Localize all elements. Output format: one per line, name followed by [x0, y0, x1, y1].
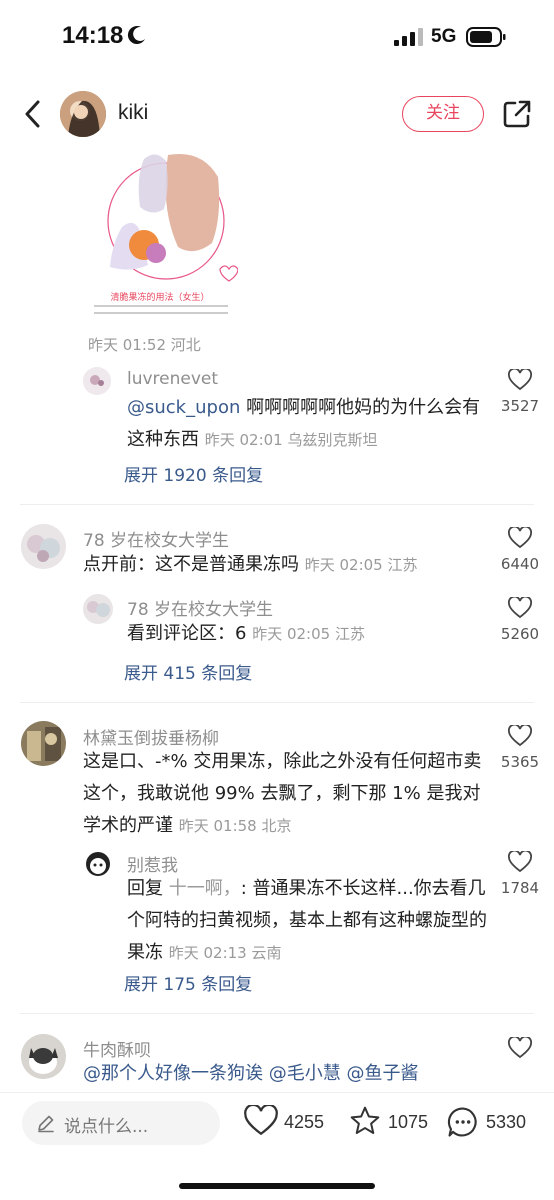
comment-time: 昨天 01:58 北京 [178, 817, 292, 835]
home-indicator[interactable] [179, 1183, 375, 1189]
back-icon[interactable] [18, 96, 48, 132]
follow-button[interactable]: 关注 [402, 96, 484, 132]
reply-text: 看到评论区：6 昨天 02:05 江苏 [127, 618, 487, 650]
like-button[interactable]: 5365 [490, 725, 550, 771]
battery-icon [466, 27, 506, 47]
reply-text: 回复 十一啊，: 普通果冻不长这样...你去看几个阿特的扫黄视频，基本上都有这种… [127, 873, 487, 969]
like-count: 5260 [500, 625, 540, 643]
like-count: 1784 [500, 879, 540, 897]
network-label: 5G [431, 26, 457, 47]
like-button[interactable]: 1784 [490, 851, 550, 897]
comment-bubble-icon [447, 1107, 477, 1137]
reply-time: 昨天 02:05 江苏 [252, 625, 365, 643]
collect-count: 1075 [388, 1112, 429, 1132]
status-bar: 14:18 5G [0, 0, 554, 76]
like-button[interactable]: 5260 [490, 597, 550, 643]
post-image[interactable]: 清脆果冻的用法（女生） [82, 147, 238, 327]
avatar[interactable] [21, 721, 66, 766]
like-count: 5365 [500, 753, 540, 771]
comment-count: 5330 [486, 1112, 527, 1132]
heart-icon [508, 1037, 532, 1059]
comment-input-placeholder: 说点什么... [64, 1117, 149, 1137]
comment-time: 昨天 02:05 江苏 [304, 556, 418, 574]
author-name[interactable]: kiki [118, 101, 148, 125]
avatar[interactable] [83, 367, 111, 395]
commenter-name[interactable]: luvrenevet [127, 369, 218, 389]
like-count: 6440 [500, 555, 540, 573]
expand-replies[interactable]: 展开 175 条回复 [124, 970, 252, 995]
reply-time: 昨天 02:13 云南 [168, 944, 282, 962]
comment-text: 这是口、-*% 交用果冻，除此之外没有任何超市卖这个，我敢说他 99% 去飘了，… [83, 746, 483, 842]
comment-body: 点开前：这不是普通果冻吗 [83, 554, 305, 575]
heart-icon [508, 851, 532, 873]
post-like-count: 4255 [284, 1112, 325, 1132]
divider [20, 1013, 534, 1014]
expand-replies[interactable]: 展开 415 条回复 [124, 659, 252, 684]
heart-icon [508, 725, 532, 747]
post-meta: 昨天 01:52 河北 [88, 336, 201, 354]
author-avatar[interactable] [60, 91, 106, 137]
avatar[interactable] [21, 524, 66, 569]
reply-prefix: 回复 [127, 878, 169, 899]
like-button[interactable]: 3527 [490, 369, 550, 415]
like-count: 3527 [500, 397, 540, 415]
comment-text: 点开前：这不是普通果冻吗 昨天 02:05 江苏 [83, 549, 483, 581]
star-icon [350, 1106, 380, 1134]
share-icon[interactable] [501, 98, 533, 130]
comment-text: @suck_upon 啊啊啊啊啊他妈的为什么会有这种东西 昨天 02:01 乌兹… [127, 392, 487, 456]
pencil-icon [38, 1115, 54, 1133]
divider [20, 504, 534, 505]
status-time: 14:18 [62, 22, 124, 49]
like-button[interactable] [490, 1037, 550, 1059]
post-header: kiki 关注 [0, 88, 554, 140]
divider [20, 702, 534, 703]
signal-icon [394, 28, 423, 46]
avatar[interactable] [83, 849, 113, 879]
comment-time: 昨天 02:01 乌兹别克斯坦 [204, 431, 378, 449]
avatar[interactable] [83, 594, 113, 624]
heart-icon [508, 369, 532, 391]
heart-icon [244, 1105, 278, 1136]
reply-to-name[interactable]: 十一啊， [169, 878, 241, 899]
image-caption: 清脆果冻的用法（女生） [110, 293, 210, 303]
heart-icon [508, 527, 532, 549]
heart-icon [508, 597, 532, 619]
comment-text[interactable]: @那个人好像一条狗诶 @毛小慧 @鱼子酱 [83, 1058, 483, 1090]
comment-input[interactable]: 说点什么... [22, 1101, 220, 1145]
image-text-lines [94, 305, 228, 319]
mention-link[interactable]: @suck_upon [127, 397, 240, 418]
reply-body: 看到评论区：6 [127, 623, 253, 644]
commenter-name[interactable]: 78 岁在校女大学生 [83, 526, 229, 551]
avatar[interactable] [21, 1034, 66, 1079]
expand-replies[interactable]: 展开 1920 条回复 [124, 461, 263, 486]
moon-icon [127, 26, 145, 45]
like-button[interactable]: 6440 [490, 527, 550, 573]
reply-name[interactable]: 78 岁在校女大学生 [127, 595, 273, 620]
